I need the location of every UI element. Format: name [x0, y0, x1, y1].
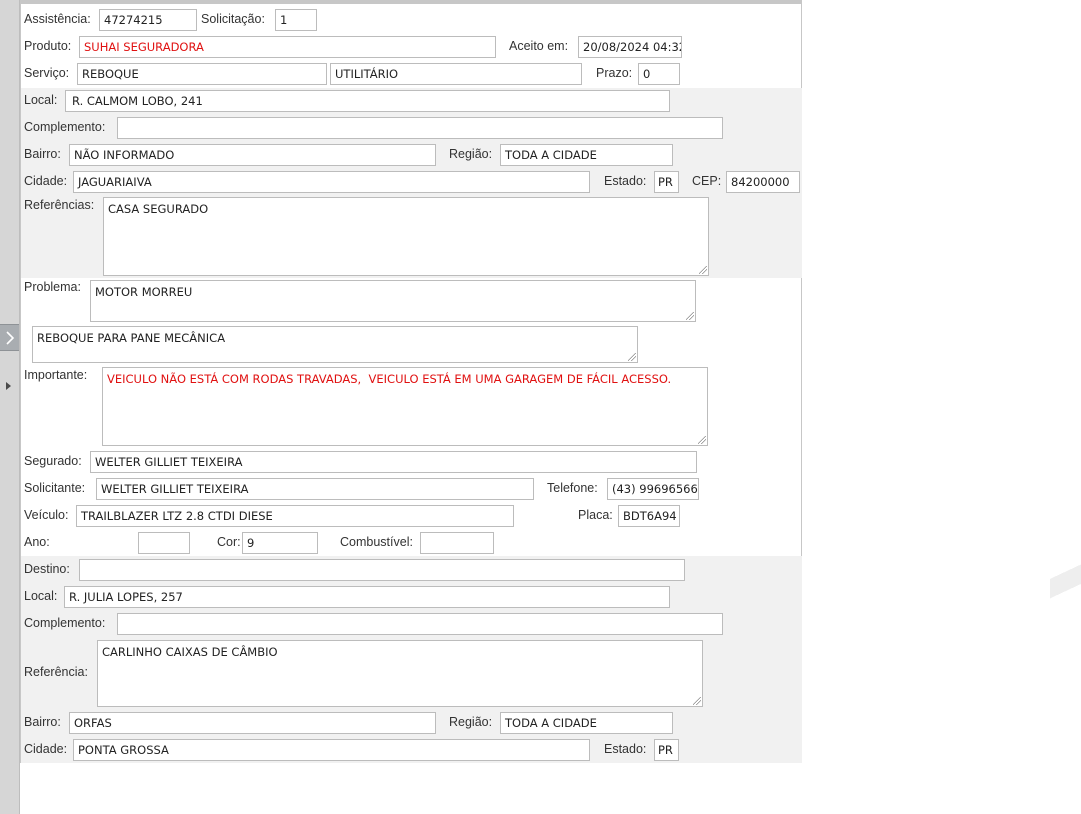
chevron-right-icon	[5, 330, 14, 345]
solicitacao-field[interactable]: 1	[275, 9, 317, 31]
origem-local-label: Local:	[24, 93, 58, 107]
origem-local-field[interactable]: R. CALMOM LOBO, 241	[65, 90, 670, 112]
origem-referencias-textarea[interactable]: CASA SEGURADO	[103, 197, 709, 276]
segurado-label: Segurado:	[24, 454, 82, 468]
telefone-field[interactable]: (43) 99696566	[607, 478, 699, 500]
origem-regiao-label: Região:	[449, 147, 493, 161]
destino-cidade-field[interactable]: PONTA GROSSA	[73, 739, 590, 761]
origem-complemento-field[interactable]	[117, 117, 723, 139]
destino-regiao-label: Região:	[449, 715, 493, 729]
produto-label: Produto:	[24, 39, 72, 53]
origem-cidade-field[interactable]: JAGUARIAIVA	[73, 171, 590, 193]
background-decoration	[1050, 540, 1081, 600]
combustivel-label: Combustível:	[340, 535, 413, 549]
problema-descricao-textarea[interactable]: REBOQUE PARA PANE MECÂNICA	[32, 326, 638, 363]
origem-complemento-label: Complemento:	[24, 120, 106, 134]
prazo-field[interactable]: 0	[638, 63, 680, 85]
solicitante-field[interactable]: WELTER GILLIET TEIXEIRA	[96, 478, 534, 500]
destino-estado-label: Estado:	[604, 742, 647, 756]
placa-field[interactable]: BDT6A94	[618, 505, 680, 527]
origem-bairro-field[interactable]: NÃO INFORMADO	[69, 144, 436, 166]
destino-bairro-field[interactable]: ORFAS	[69, 712, 436, 734]
ano-label: Ano:	[24, 535, 50, 549]
origem-regiao-field[interactable]: TODA A CIDADE	[500, 144, 673, 166]
assistencia-field[interactable]: 47274215	[99, 9, 197, 31]
destino-bairro-label: Bairro:	[24, 715, 61, 729]
servico-tipo-field[interactable]: UTILITÁRIO	[330, 63, 582, 85]
destino-label: Destino:	[24, 562, 70, 576]
produto-field[interactable]: SUHAI SEGURADORA	[79, 36, 496, 58]
destino-regiao-field[interactable]: TODA A CIDADE	[500, 712, 673, 734]
origem-referencias-label: Referências:	[24, 198, 95, 212]
problema-label: Problema:	[24, 280, 81, 294]
origem-estado-label: Estado:	[604, 174, 647, 188]
cor-label: Cor:	[217, 535, 241, 549]
origem-bairro-label: Bairro:	[24, 147, 61, 161]
destino-estado-field[interactable]: PR	[654, 739, 679, 761]
importante-label: Importante:	[24, 368, 88, 382]
ano-field[interactable]	[138, 532, 190, 554]
origem-cidade-label: Cidade:	[24, 174, 68, 188]
left-sidebar	[0, 0, 20, 814]
solicitante-label: Solicitante:	[24, 481, 86, 495]
veiculo-label: Veículo:	[24, 508, 69, 522]
problema-textarea[interactable]: MOTOR MORREU	[90, 280, 696, 322]
combustivel-field[interactable]	[420, 532, 494, 554]
aceito-label: Aceito em:	[509, 39, 569, 53]
prazo-label: Prazo:	[596, 66, 633, 80]
destino-local-label: Local:	[24, 589, 58, 603]
assistencia-label: Assistência:	[24, 12, 91, 26]
sidebar-toggle-button[interactable]	[0, 324, 19, 351]
origem-estado-field[interactable]: PR	[654, 171, 679, 193]
servico-label: Serviço:	[24, 66, 70, 80]
destino-referencia-label: Referência:	[24, 665, 88, 679]
placa-label: Placa:	[578, 508, 613, 522]
solicitacao-label: Solicitação:	[201, 12, 265, 26]
origem-cep-field[interactable]: 84200000	[726, 171, 800, 193]
veiculo-field[interactable]: TRAILBLAZER LTZ 2.8 CTDI DIESE	[76, 505, 514, 527]
origem-cep-label: CEP:	[692, 174, 722, 188]
destino-cidade-label: Cidade:	[24, 742, 68, 756]
servico-field[interactable]: REBOQUE	[77, 63, 327, 85]
importante-textarea[interactable]: VEICULO NÃO ESTÁ COM RODAS TRAVADAS, VEI…	[102, 367, 708, 446]
segurado-field[interactable]: WELTER GILLIET TEIXEIRA	[90, 451, 697, 473]
destino-referencia-textarea[interactable]: CARLINHO CAIXAS DE CÂMBIO	[97, 640, 703, 707]
cor-field[interactable]: 9	[242, 532, 318, 554]
destino-complemento-field[interactable]	[117, 613, 723, 635]
destino-field[interactable]	[79, 559, 685, 581]
aceito-field[interactable]: 20/08/2024 04:32	[578, 36, 682, 58]
telefone-label: Telefone:	[547, 481, 598, 495]
destino-complemento-label: Complemento:	[24, 616, 106, 630]
destino-local-field[interactable]: R. JULIA LOPES, 257	[64, 586, 670, 608]
expand-arrow-icon[interactable]	[6, 382, 11, 390]
